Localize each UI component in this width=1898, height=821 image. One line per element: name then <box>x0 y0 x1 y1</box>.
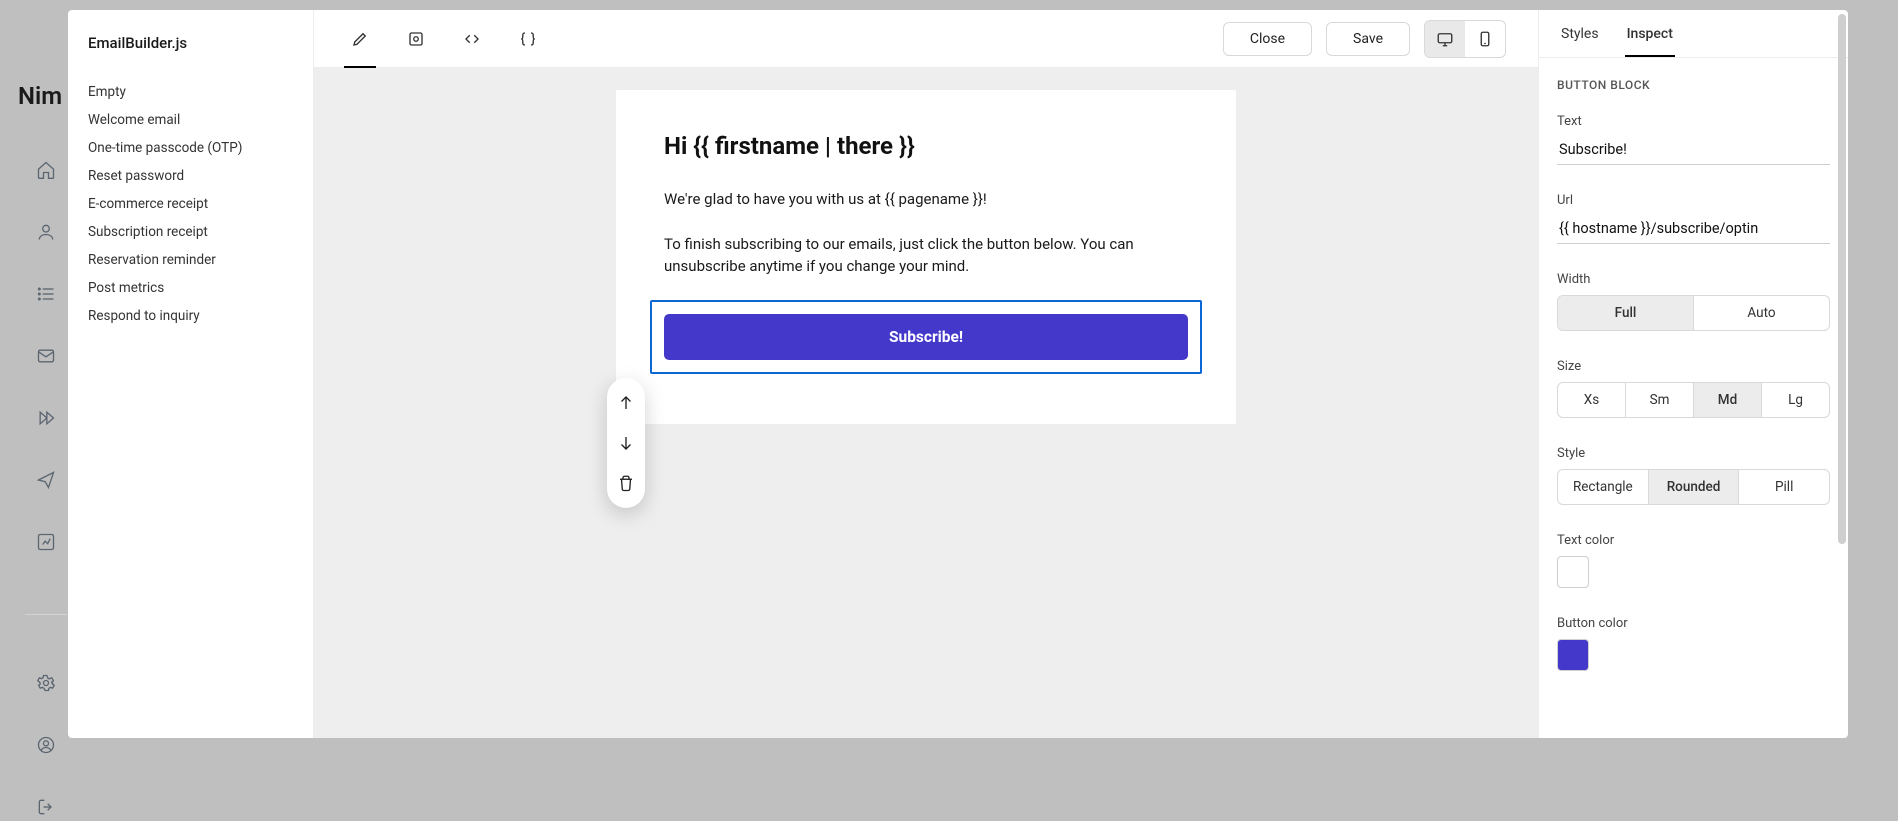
mobile-view-icon[interactable] <box>1465 21 1505 57</box>
size-option-sm[interactable]: Sm <box>1626 383 1694 417</box>
canvas[interactable]: Hi {{ firstname | there }} We're glad to… <box>314 68 1538 738</box>
sidebar-title: EmailBuilder.js <box>88 34 293 52</box>
brand-logo: Nim <box>18 82 74 110</box>
tab-styles[interactable]: Styles <box>1561 26 1599 42</box>
background-app-shell: Nim <box>18 82 74 821</box>
style-segment: Rectangle Rounded Pill <box>1557 469 1830 505</box>
field-label: Size <box>1557 359 1830 374</box>
home-icon[interactable] <box>36 160 56 184</box>
stats-icon[interactable] <box>36 532 56 556</box>
template-item[interactable]: Welcome email <box>88 106 293 134</box>
size-option-md[interactable]: Md <box>1694 383 1762 417</box>
user-icon[interactable] <box>36 222 56 246</box>
size-segment: Xs Sm Md Lg <box>1557 382 1830 418</box>
email-paragraph[interactable]: We're glad to have you with us at {{ pag… <box>664 188 1188 211</box>
template-list: Empty Welcome email One-time passcode (O… <box>88 78 293 330</box>
move-down-icon[interactable] <box>613 430 639 456</box>
field-label: Text color <box>1557 533 1830 548</box>
nav-divider <box>25 614 67 615</box>
edit-mode-icon[interactable] <box>346 23 374 55</box>
url-input[interactable] <box>1557 216 1830 244</box>
template-item[interactable]: Subscription receipt <box>88 218 293 246</box>
field-url: Url <box>1557 193 1830 244</box>
mail-icon[interactable] <box>36 346 56 370</box>
email-builder-modal: EmailBuilder.js Empty Welcome email One-… <box>68 10 1848 738</box>
html-mode-icon[interactable] <box>458 23 486 55</box>
field-button-color: Button color <box>1557 616 1830 671</box>
json-mode-icon[interactable] <box>514 23 542 55</box>
style-option-rounded[interactable]: Rounded <box>1649 470 1740 504</box>
template-item[interactable]: E-commerce receipt <box>88 190 293 218</box>
field-label: Button color <box>1557 616 1830 631</box>
subscribe-button[interactable]: Subscribe! <box>664 314 1188 360</box>
template-item[interactable]: Empty <box>88 78 293 106</box>
block-float-toolbar <box>607 378 645 508</box>
scrollbar[interactable] <box>1838 14 1846 544</box>
tab-inspect[interactable]: Inspect <box>1627 26 1673 42</box>
field-label: Width <box>1557 272 1830 287</box>
template-item[interactable]: One-time passcode (OTP) <box>88 134 293 162</box>
email-preview[interactable]: Hi {{ firstname | there }} We're glad to… <box>616 90 1236 424</box>
save-button[interactable]: Save <box>1326 22 1410 56</box>
account-icon[interactable] <box>36 735 56 759</box>
desktop-view-icon[interactable] <box>1425 21 1465 57</box>
field-label: Style <box>1557 446 1830 461</box>
style-option-pill[interactable]: Pill <box>1739 470 1829 504</box>
template-item[interactable]: Respond to inquiry <box>88 302 293 330</box>
list-icon[interactable] <box>36 284 56 308</box>
inspector-tabs: Styles Inspect <box>1539 10 1848 58</box>
move-up-icon[interactable] <box>613 390 639 416</box>
template-item[interactable]: Reset password <box>88 162 293 190</box>
size-option-lg[interactable]: Lg <box>1762 383 1829 417</box>
editor-center: Close Save Hi {{ firstname | there }} We… <box>314 10 1538 738</box>
width-option-full[interactable]: Full <box>1558 296 1694 330</box>
inspector-section-title: BUTTON BLOCK <box>1557 78 1830 92</box>
style-option-rectangle[interactable]: Rectangle <box>1558 470 1649 504</box>
field-width: Width Full Auto <box>1557 272 1830 331</box>
template-sidebar: EmailBuilder.js Empty Welcome email One-… <box>68 10 314 738</box>
selected-block-outline[interactable]: Subscribe! <box>650 300 1202 374</box>
inspector-panel: Styles Inspect BUTTON BLOCK Text Url Wid… <box>1538 10 1848 738</box>
width-option-auto[interactable]: Auto <box>1694 296 1829 330</box>
field-label: Url <box>1557 193 1830 208</box>
preview-mode-icon[interactable] <box>402 23 430 55</box>
text-color-swatch[interactable] <box>1557 556 1589 588</box>
field-text-color: Text color <box>1557 533 1830 588</box>
field-size: Size Xs Sm Md Lg <box>1557 359 1830 418</box>
close-button[interactable]: Close <box>1223 22 1312 56</box>
device-toggle <box>1424 20 1506 58</box>
template-item[interactable]: Post metrics <box>88 274 293 302</box>
inspector-body: BUTTON BLOCK Text Url Width Full Auto Si… <box>1539 58 1848 738</box>
width-segment: Full Auto <box>1557 295 1830 331</box>
size-option-xs[interactable]: Xs <box>1558 383 1626 417</box>
template-item[interactable]: Reservation reminder <box>88 246 293 274</box>
editor-toolbar: Close Save <box>314 10 1538 68</box>
delete-icon[interactable] <box>613 470 639 496</box>
settings-icon[interactable] <box>36 673 56 697</box>
field-style: Style Rectangle Rounded Pill <box>1557 446 1830 505</box>
email-heading[interactable]: Hi {{ firstname | there }} <box>664 132 1188 160</box>
background-nav <box>18 160 74 821</box>
email-paragraph[interactable]: To finish subscribing to our emails, jus… <box>664 233 1188 278</box>
field-text: Text <box>1557 114 1830 165</box>
send-icon[interactable] <box>36 470 56 494</box>
button-color-swatch[interactable] <box>1557 639 1589 671</box>
field-label: Text <box>1557 114 1830 129</box>
forward-icon[interactable] <box>36 408 56 432</box>
logout-icon[interactable] <box>36 797 56 821</box>
text-input[interactable] <box>1557 137 1830 165</box>
